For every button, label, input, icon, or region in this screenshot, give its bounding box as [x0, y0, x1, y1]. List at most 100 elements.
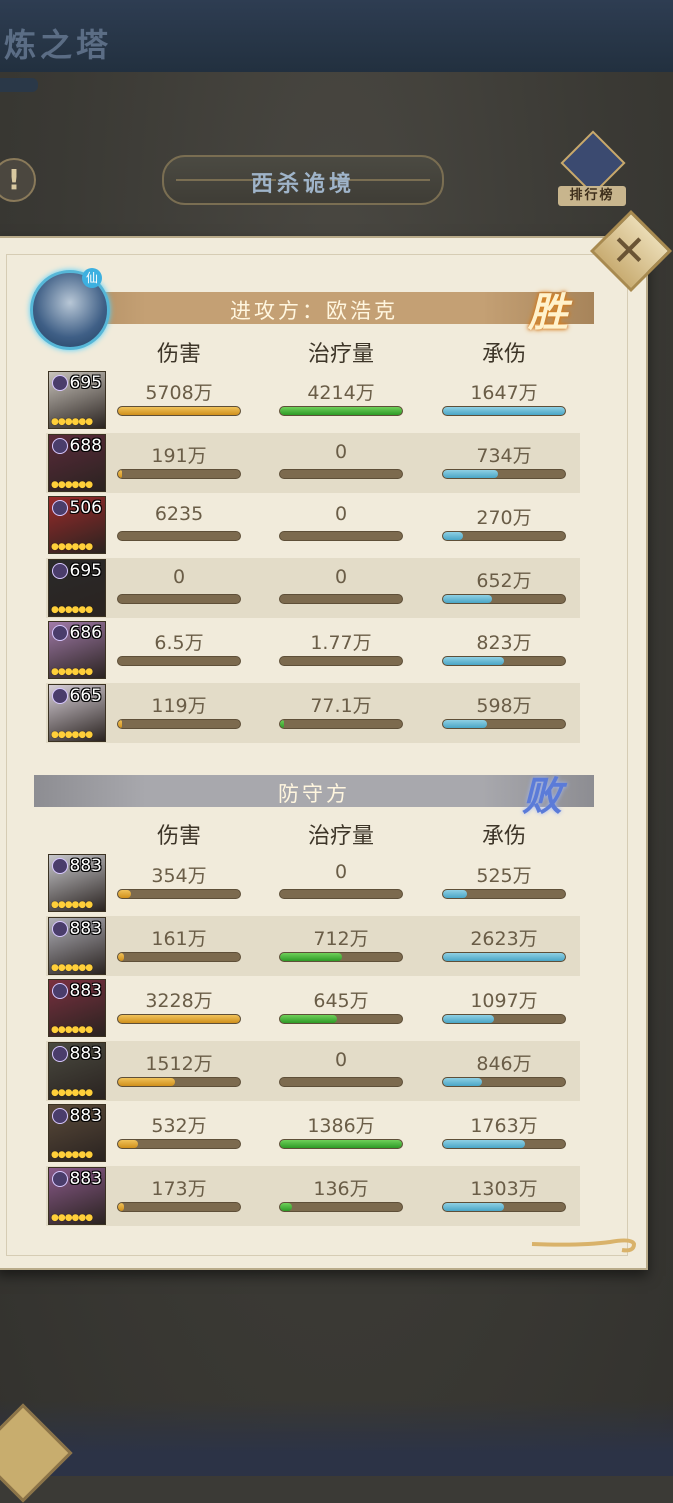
damage-stat: 173万: [117, 1174, 241, 1214]
top-bar: 炼之塔: [0, 0, 673, 75]
healing-bar: [279, 531, 403, 541]
tank-bar-fill: [443, 469, 498, 478]
hero-class-icon: [52, 983, 68, 999]
tank-bar: [442, 593, 566, 604]
bottom-decoration: [0, 1400, 673, 1476]
tank-stat: 734万: [442, 441, 566, 481]
hero-class-icon: [52, 1045, 68, 1062]
damage-stat: 3228万: [117, 986, 241, 1026]
tank-value: 1097万: [470, 990, 538, 1012]
tank-value: 734万: [476, 444, 532, 467]
tank-value: 652万: [476, 569, 532, 592]
hero-portrait[interactable]: 686 ●●●●●●: [48, 621, 106, 679]
damage-value: 161万: [151, 927, 207, 950]
healing-bar: [279, 656, 403, 666]
damage-bar: [117, 468, 241, 479]
healing-stat: 0: [279, 1049, 403, 1089]
hero-class-icon: [52, 1108, 68, 1124]
hero-portrait[interactable]: 883 ●●●●●●: [48, 854, 106, 912]
healing-stat: 0: [279, 503, 403, 543]
hero-class-icon: [52, 437, 68, 454]
tank-stat: 1097万: [442, 986, 566, 1026]
healing-bar-fill: [280, 1140, 402, 1148]
hero-stat-row: 883 ●●●●●● 161万 712万 2623万: [46, 915, 580, 976]
tank-bar: [442, 1201, 566, 1212]
hero-level: 883: [69, 1168, 102, 1189]
healing-value: 0: [334, 1048, 348, 1071]
screen-title: 炼之塔: [4, 26, 113, 64]
damage-stat: 5708万: [117, 378, 241, 418]
tank-bar-fill: [443, 407, 565, 415]
healing-bar: [279, 951, 403, 962]
damage-bar: [117, 1201, 241, 1212]
hero-stat-row: 506 ●●●●●● 6235 0 270万: [46, 495, 580, 555]
tank-bar-fill: [443, 890, 468, 898]
healing-value: 1.77万: [310, 632, 372, 654]
hero-star-icons: ●●●●●●: [51, 542, 93, 552]
tank-stat: 846万: [442, 1049, 566, 1089]
leaderboard-button[interactable]: 排行榜: [558, 130, 626, 210]
damage-stat: 6235: [117, 503, 241, 543]
hero-star-icons: ●●●●●●: [51, 417, 93, 427]
hero-level: 883: [69, 856, 102, 876]
healing-bar: [279, 593, 403, 604]
col-header-healing-def: 治疗量: [307, 824, 374, 849]
hero-level: 883: [69, 918, 102, 939]
defender-header: 防守方: [34, 775, 594, 807]
tank-bar: [442, 406, 566, 416]
hero-star-icons: ●●●●●●: [51, 604, 93, 615]
healing-stat: 645万: [279, 986, 403, 1026]
hero-portrait[interactable]: 665 ●●●●●●: [48, 683, 106, 742]
damage-stat: 191万: [117, 441, 241, 481]
col-header-tank: 承伤: [481, 342, 526, 367]
damage-bar-fill: [118, 719, 122, 728]
damage-value: 6235: [154, 503, 204, 525]
hero-level: 686: [69, 623, 102, 643]
damage-bar-fill: [118, 952, 125, 961]
hero-class-icon: [52, 687, 68, 704]
hero-stat-row: 688 ●●●●●● 191万 0 734万: [46, 432, 580, 493]
tank-bar: [442, 951, 566, 962]
damage-bar: [117, 406, 241, 416]
healing-stat: 712万: [279, 924, 403, 964]
healing-value: 0: [334, 503, 348, 525]
hero-portrait[interactable]: 883 ●●●●●●: [48, 916, 106, 975]
tank-stat: 270万: [442, 503, 566, 543]
hero-portrait[interactable]: 506 ●●●●●●: [48, 496, 106, 554]
healing-value: 77.1万: [310, 694, 372, 717]
hero-stat-row: 883 ●●●●●● 354万 0 525万: [46, 853, 580, 913]
healing-stat: 77.1万: [279, 691, 403, 731]
hero-portrait[interactable]: 883 ●●●●●●: [48, 1166, 106, 1225]
hero-portrait[interactable]: 883 ●●●●●●: [48, 979, 106, 1037]
hero-portrait[interactable]: 883 ●●●●●●: [48, 1041, 106, 1100]
top-tab-stub: [0, 78, 38, 92]
hero-portrait[interactable]: 688 ●●●●●●: [48, 433, 106, 492]
hero-level: 695: [69, 373, 102, 393]
healing-bar: [279, 1076, 403, 1087]
close-icon[interactable]: ✕: [598, 220, 660, 282]
hero-portrait[interactable]: 883 ●●●●●●: [48, 1104, 106, 1162]
damage-stat: 6.5万: [117, 628, 241, 668]
hero-class-icon: [52, 375, 68, 391]
healing-stat: 1386万: [279, 1111, 403, 1151]
hero-portrait[interactable]: 695 ●●●●●●: [48, 371, 106, 429]
attacker-team-name: 进攻方：欧浩克: [230, 299, 398, 323]
hero-level: 688: [69, 435, 102, 456]
hero-level: 506: [69, 498, 102, 518]
healing-value: 4214万: [307, 382, 375, 404]
tank-bar: [442, 468, 566, 479]
hero-stat-row: 883 ●●●●●● 3228万 645万 1097万: [46, 978, 580, 1038]
tank-value: 1647万: [470, 382, 538, 404]
damage-bar: [117, 718, 241, 729]
tank-bar: [442, 1076, 566, 1087]
tank-value: 846万: [476, 1052, 532, 1075]
tank-value: 525万: [476, 865, 532, 887]
hero-star-icons: ●●●●●●: [51, 900, 93, 910]
leader-rank-badge: 仙: [82, 268, 102, 288]
hero-portrait[interactable]: 695 ●●●●●●: [48, 558, 106, 617]
healing-value: 645万: [313, 990, 369, 1012]
col-header-damage: 伤害: [156, 342, 201, 367]
damage-stat: 119万: [117, 691, 241, 731]
damage-stat: 1512万: [117, 1049, 241, 1089]
hero-star-icons: ●●●●●●: [51, 962, 93, 973]
